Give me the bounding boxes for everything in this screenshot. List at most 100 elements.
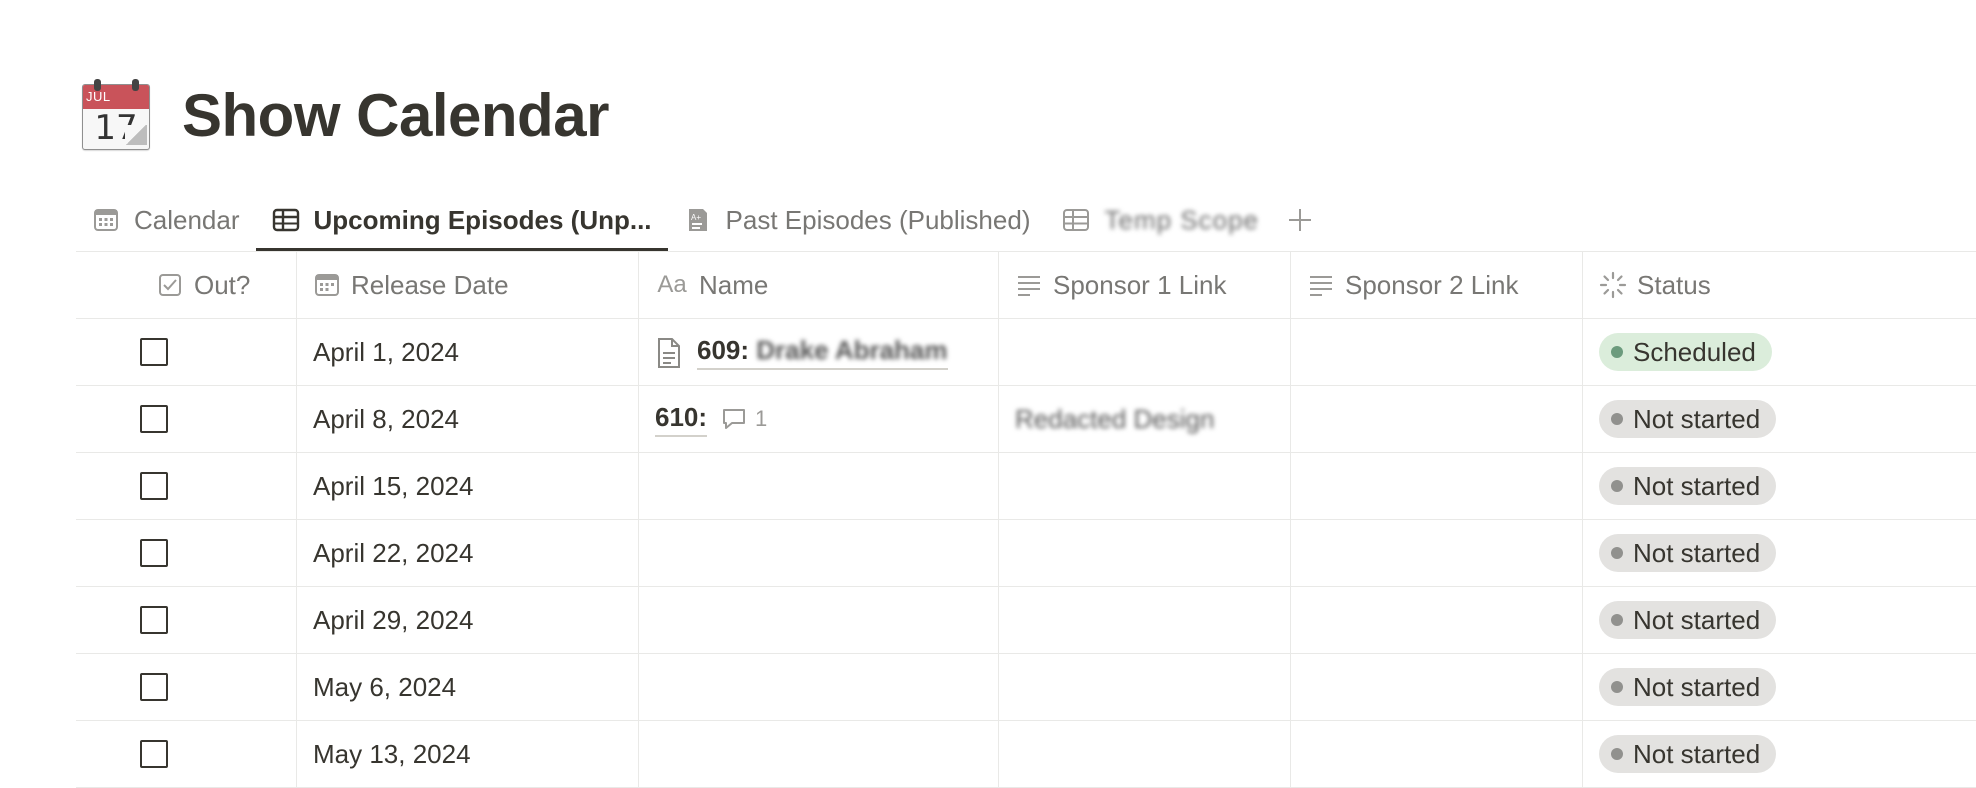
- sponsor-1-cell[interactable]: [999, 587, 1291, 653]
- status-badge[interactable]: Not started: [1599, 735, 1777, 773]
- tab-label: Temp Scope: [1104, 204, 1260, 235]
- status-label: Not started: [1633, 537, 1761, 568]
- status-dot: [1611, 748, 1623, 760]
- date-property-icon: [313, 271, 341, 299]
- out-checkbox[interactable]: [140, 673, 168, 701]
- episode-name[interactable]: 609: Drake Abraham: [697, 335, 948, 370]
- status-badge[interactable]: Not started: [1599, 400, 1777, 438]
- status-dot: [1611, 480, 1623, 492]
- release-date-cell[interactable]: May 6, 2024: [297, 654, 639, 720]
- release-date-cell[interactable]: April 29, 2024: [297, 587, 639, 653]
- sponsor-2-cell[interactable]: [1291, 654, 1583, 720]
- status-badge[interactable]: Not started: [1599, 668, 1777, 706]
- name-cell[interactable]: 610: 1: [639, 386, 999, 452]
- column-header-release-date[interactable]: Release Date: [297, 252, 639, 318]
- status-cell[interactable]: Not started: [1583, 453, 1976, 519]
- table-row[interactable]: May 6, 2024 Not started: [76, 654, 1976, 721]
- out-checkbox[interactable]: [140, 539, 168, 567]
- column-header-label: Out?: [194, 269, 251, 300]
- status-badge[interactable]: Not started: [1599, 601, 1777, 639]
- status-dot: [1611, 681, 1623, 693]
- status-dot: [1611, 346, 1623, 358]
- status-label: Scheduled: [1633, 336, 1756, 367]
- status-cell[interactable]: Not started: [1583, 721, 1976, 787]
- table-row[interactable]: April 15, 2024 Not started: [76, 453, 1976, 520]
- tab-calendar[interactable]: Calendar: [76, 188, 256, 252]
- release-date-cell[interactable]: April 1, 2024: [297, 319, 639, 385]
- name-cell[interactable]: 609: Drake Abraham: [639, 319, 999, 385]
- name-cell[interactable]: [639, 520, 999, 586]
- table-row[interactable]: April 29, 2024 Not started: [76, 587, 1976, 654]
- sponsor-2-cell[interactable]: [1291, 319, 1583, 385]
- status-cell[interactable]: Not started: [1583, 386, 1976, 452]
- column-header-label: Release Date: [351, 269, 509, 300]
- release-date-cell[interactable]: April 8, 2024: [297, 386, 639, 452]
- column-header-label: Sponsor 1 Link: [1053, 269, 1227, 300]
- column-header-status[interactable]: Status: [1583, 252, 1976, 318]
- table-header-row: Out? Release Date Aa Name Sponsor 1 Link: [76, 252, 1976, 319]
- sponsor-1-cell[interactable]: [999, 654, 1291, 720]
- status-dot: [1611, 547, 1623, 559]
- release-date-cell[interactable]: April 15, 2024: [297, 453, 639, 519]
- calendar-icon[interactable]: JUL 17: [80, 78, 152, 152]
- text-property-icon: [1015, 271, 1043, 299]
- status-label: Not started: [1633, 738, 1761, 769]
- column-header-sponsor-2-link[interactable]: Sponsor 2 Link: [1291, 252, 1583, 318]
- episode-name[interactable]: 610:: [655, 402, 708, 437]
- status-badge[interactable]: Scheduled: [1599, 333, 1772, 371]
- sponsor-1-cell[interactable]: [999, 319, 1291, 385]
- name-cell[interactable]: [639, 587, 999, 653]
- episode-number: 609:: [697, 334, 750, 365]
- sponsor-2-cell[interactable]: [1291, 520, 1583, 586]
- release-date-cell[interactable]: April 22, 2024: [297, 520, 639, 586]
- out-checkbox[interactable]: [140, 740, 168, 768]
- sponsor-2-cell[interactable]: [1291, 453, 1583, 519]
- status-cell[interactable]: Not started: [1583, 520, 1976, 586]
- out-checkbox[interactable]: [140, 472, 168, 500]
- sponsor-1-cell[interactable]: Redacted Design: [999, 386, 1291, 452]
- column-header-out[interactable]: Out?: [76, 252, 297, 318]
- name-cell[interactable]: [639, 654, 999, 720]
- table-view-icon: [1062, 206, 1090, 234]
- name-cell[interactable]: [639, 453, 999, 519]
- page-title[interactable]: Show Calendar: [182, 81, 609, 150]
- out-checkbox[interactable]: [140, 405, 168, 433]
- tab-temp-scope[interactable]: Temp Scope: [1046, 188, 1275, 252]
- status-cell[interactable]: Not started: [1583, 587, 1976, 653]
- sponsor-redacted: Redacted Design: [1015, 403, 1215, 434]
- table-row[interactable]: April 1, 2024 609: Drake Abraham Schedul…: [76, 319, 1976, 386]
- add-view-button[interactable]: [1275, 188, 1325, 252]
- view-tabs: Calendar Upcoming Episodes (Unp... A+ Pa…: [76, 188, 1325, 252]
- page-header: JUL 17 Show Calendar: [80, 70, 609, 160]
- status-label: Not started: [1633, 604, 1761, 635]
- column-header-label: Name: [699, 269, 769, 300]
- release-date-cell[interactable]: May 13, 2024: [297, 721, 639, 787]
- name-cell[interactable]: [639, 721, 999, 787]
- sponsor-2-cell[interactable]: [1291, 587, 1583, 653]
- status-cell[interactable]: Not started: [1583, 654, 1976, 720]
- status-cell[interactable]: Scheduled: [1583, 319, 1976, 385]
- status-badge[interactable]: Not started: [1599, 534, 1777, 572]
- status-property-icon: [1599, 271, 1627, 299]
- sponsor-1-cell[interactable]: [999, 721, 1291, 787]
- out-checkbox[interactable]: [140, 338, 168, 366]
- comment-count[interactable]: 1: [721, 406, 767, 432]
- tab-upcoming-episodes[interactable]: Upcoming Episodes (Unp...: [255, 188, 668, 252]
- status-badge[interactable]: Not started: [1599, 467, 1777, 505]
- column-header-name[interactable]: Aa Name: [639, 252, 999, 318]
- table-row[interactable]: April 22, 2024 Not started: [76, 520, 1976, 587]
- checkbox-property-icon: [156, 271, 184, 299]
- text-property-icon: [1307, 271, 1335, 299]
- out-checkbox[interactable]: [140, 606, 168, 634]
- sponsor-1-cell[interactable]: [999, 453, 1291, 519]
- sponsor-1-cell[interactable]: [999, 520, 1291, 586]
- status-dot: [1611, 614, 1623, 626]
- table-row[interactable]: May 13, 2024 Not started: [76, 721, 1976, 788]
- sponsor-2-cell[interactable]: [1291, 386, 1583, 452]
- sponsor-2-cell[interactable]: [1291, 721, 1583, 787]
- status-label: Not started: [1633, 470, 1761, 501]
- page-icon: [655, 337, 685, 368]
- tab-past-episodes[interactable]: A+ Past Episodes (Published): [668, 188, 1047, 252]
- column-header-sponsor-1-link[interactable]: Sponsor 1 Link: [999, 252, 1291, 318]
- table-row[interactable]: April 8, 2024 610: 1 Redacted Design Not…: [76, 386, 1976, 453]
